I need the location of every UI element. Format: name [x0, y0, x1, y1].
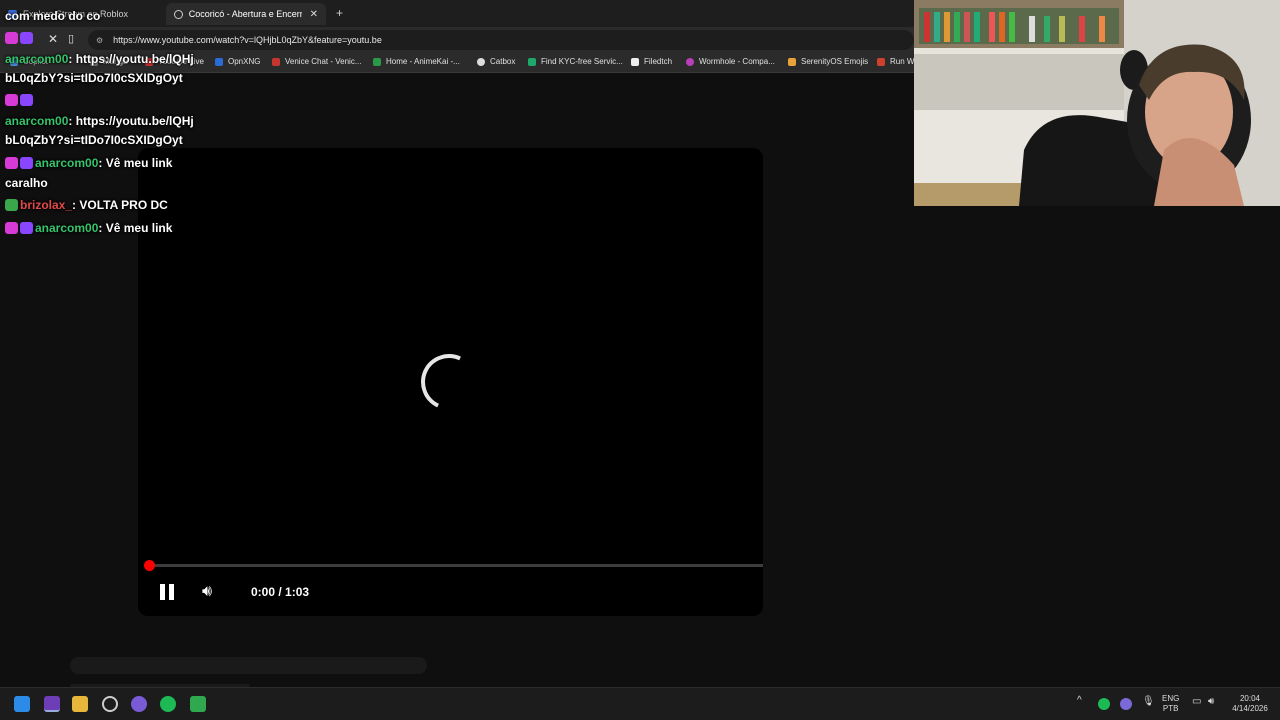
chat-line: com medo do co [5, 9, 101, 23]
chat-text: Vê meu link [105, 156, 173, 170]
sub-badge-icon [20, 157, 33, 169]
bookmark-item[interactable]: SerenityOS Emojis [788, 57, 868, 66]
catbox-icon [477, 57, 485, 66]
clock[interactable]: 20:04 4/14/2026 [1228, 694, 1272, 714]
chevron-up-icon[interactable]: ^ [1077, 696, 1082, 706]
tab-youtube[interactable]: Cocoricó - Abertura e Encerrame ✕ [166, 3, 326, 25]
bookmark-item[interactable]: Filedtch [631, 57, 672, 66]
title-placeholder [70, 657, 427, 674]
chat-message: anarcom00: https://youtu.be/lQHj [5, 114, 194, 128]
chat-username: anarcom00 [5, 114, 69, 128]
twitch-app-icon[interactable] [44, 696, 60, 712]
language-indicator[interactable]: ENG PTB [1162, 694, 1179, 714]
chat-username: brizolax_ [20, 198, 73, 212]
network-icon[interactable]: ▭ [1192, 697, 1201, 707]
bookmark-item[interactable]: Catbox [477, 57, 515, 66]
site-info-icon[interactable]: ⚙ [96, 36, 103, 45]
time-display: 0:00 / 1:03 [251, 585, 310, 599]
chat-text: https://youtu.be/lQHj [75, 114, 194, 128]
bookmark-item[interactable]: Find KYC-free Servic... [528, 57, 623, 66]
pause-icon [169, 584, 174, 600]
new-tab-button[interactable]: + [336, 6, 343, 20]
volume-tray-icon[interactable]: 🔊︎ [1208, 697, 1214, 707]
pause-icon [160, 584, 165, 600]
bookmark-item[interactable]: Wormhole - Compa... [686, 57, 775, 66]
chat-text: Vê meu link [105, 221, 173, 235]
serenityos-icon [788, 57, 796, 66]
venice-icon [272, 57, 280, 66]
progress-bar[interactable] [148, 564, 763, 567]
opnxng-icon [215, 57, 223, 66]
sheets-icon[interactable] [190, 696, 206, 712]
scrubber-handle[interactable] [144, 560, 155, 571]
chat-message: anarcom00: https://youtu.be/lQHj [5, 52, 194, 66]
spotify-icon[interactable] [160, 696, 176, 712]
bookmark-item[interactable]: Run W [877, 57, 914, 66]
animekai-icon [373, 57, 381, 66]
kyc-icon [528, 57, 536, 66]
wormhole-icon [686, 57, 694, 66]
chat-message: brizolax_: VOLTA PRO DC [5, 198, 168, 212]
tab-label: Cocoricó - Abertura e Encerrame [188, 9, 302, 19]
webcam-overlay [914, 0, 1280, 206]
volume-button[interactable]: 🔊︎ [202, 583, 212, 601]
filedtch-icon [631, 57, 639, 66]
pause-button[interactable] [160, 584, 174, 600]
run-icon [877, 57, 885, 66]
chat-username: anarcom00 [5, 52, 69, 66]
webcam-image [914, 0, 1280, 206]
heart-badge-icon [5, 32, 18, 44]
bookmark-item[interactable]: Home - AnimeKai -... [373, 57, 460, 66]
tray-app-icon[interactable] [1120, 698, 1132, 710]
youtube-favicon-icon [174, 9, 183, 19]
file-explorer-icon[interactable] [72, 696, 88, 712]
chat-text: https://youtu.be/lQHj [75, 52, 194, 66]
chat-message: anarcom00: Vê meu link [5, 221, 172, 235]
green-badge-icon [5, 199, 18, 211]
taskbar: ^ 🎙︎ ENG PTB ▭ 🔊︎ 20:04 4/14/2026 [0, 687, 1280, 720]
video-player[interactable]: 🔊︎ 0:00 / 1:03 [138, 148, 763, 616]
stop-loading-icon[interactable]: ✕ [48, 32, 58, 46]
obs-icon[interactable] [102, 696, 118, 712]
chat-message-cont: bL0qZbY?si=tIDo7I0cSXIDgOyt [5, 133, 183, 147]
chat-message-cont: caralho [5, 176, 48, 190]
address-bar[interactable]: ⚙ https://www.youtube.com/watch?v=lQHjbL… [88, 30, 914, 50]
chat-username: anarcom00 [35, 221, 99, 235]
bookmark-icon[interactable]: ▯ [68, 32, 74, 45]
sub-badge-icon [20, 32, 33, 44]
close-tab-icon[interactable]: ✕ [310, 9, 318, 20]
chat-message: anarcom00: Vê meu link [5, 156, 172, 170]
chat-message-cont: bL0qZbY?si=tIDo7I0cSXIDgOyt [5, 71, 183, 85]
app-icon[interactable] [131, 696, 147, 712]
heart-badge-icon [5, 94, 18, 106]
sub-badge-icon [20, 94, 33, 106]
url-text: https://www.youtube.com/watch?v=lQHjbL0q… [113, 35, 382, 45]
bookmark-item[interactable]: Venice Chat - Venic... [272, 57, 362, 66]
chat-badges [5, 31, 35, 45]
microphone-icon[interactable]: 🎙︎ [1142, 697, 1155, 707]
loading-spinner-icon [413, 346, 485, 418]
windows-start-icon[interactable] [14, 696, 30, 712]
heart-badge-icon [5, 157, 18, 169]
chat-username: anarcom00 [35, 156, 99, 170]
chat-text: VOLTA PRO DC [79, 198, 168, 212]
spotify-tray-icon[interactable] [1098, 698, 1110, 710]
sub-badge-icon [20, 222, 33, 234]
bookmark-item[interactable]: OpnXNG [215, 57, 260, 66]
heart-badge-icon [5, 222, 18, 234]
chat-badges [5, 93, 35, 107]
